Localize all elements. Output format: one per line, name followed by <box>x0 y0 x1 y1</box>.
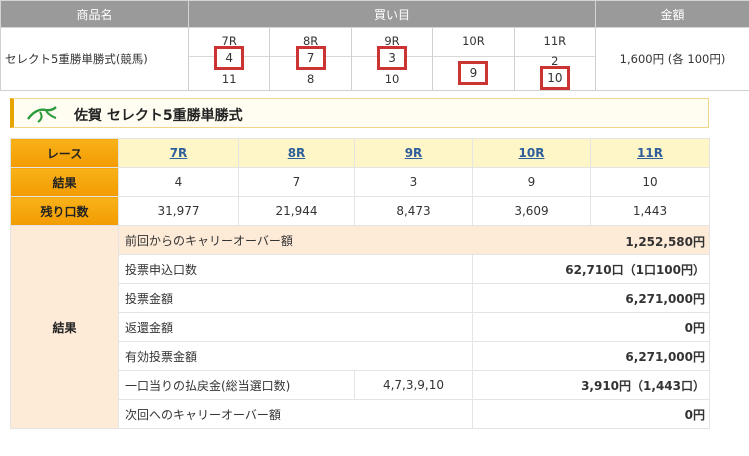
bet-selection-bottom-highlighted: 9 <box>458 61 489 85</box>
result-value: 3 <box>354 167 473 197</box>
bet-selections: 7R 4 11 8R 7 8 9R 3 10 10R 9 11R 2 10 <box>188 27 596 91</box>
bet-selection-top-highlighted: 3 <box>377 46 408 70</box>
amount-header: 金額 <box>595 0 749 28</box>
summary-row-label: 前回からのキャリーオーバー額 <box>125 233 293 248</box>
winning-combination: 4,7,3,9,10 <box>354 370 473 400</box>
bet-selection-top-highlighted: 7 <box>295 46 326 70</box>
summary-label: 結果 <box>10 225 119 429</box>
bet-selection-bottom: 10 <box>384 72 400 86</box>
summary-row-value: 1,252,580円 <box>625 235 705 249</box>
bet-column: 9R 3 10 <box>350 28 433 90</box>
bet-column: 7R 4 11 <box>189 28 270 90</box>
result-value: 4 <box>118 167 239 197</box>
summary-row-value: 0円 <box>472 399 710 429</box>
race-link[interactable]: 11R <box>637 146 663 160</box>
bet-selection-top-highlighted: 4 <box>214 46 245 70</box>
summary-row-value: 6,271,000円 <box>472 283 710 313</box>
section-heading: 佐賀 セレクト5重勝単勝式 <box>10 98 709 128</box>
bet-column: 8R 7 8 <box>269 28 351 90</box>
bet-selection-bottom: 11 <box>221 72 237 86</box>
race-link-cell: 8R <box>238 138 355 168</box>
bet-column: 10R 9 <box>432 28 514 90</box>
summary-row-value: 62,710口（1口100円） <box>472 254 710 284</box>
remaining-value: 31,977 <box>118 196 239 226</box>
race-link[interactable]: 7R <box>170 146 188 160</box>
bet-race-label: 10R <box>462 34 485 48</box>
summary-row-value: 6,271,000円 <box>472 341 710 371</box>
summary-row-label: 一口当りの払戻金(総当選口数) <box>118 370 355 400</box>
remaining-row-label: 残り口数 <box>10 196 119 226</box>
summary-row-label: 有効投票金額 <box>118 341 473 371</box>
remaining-value: 8,473 <box>354 196 473 226</box>
summary-row: 前回からのキャリーオーバー額 1,252,580円 <box>118 225 710 255</box>
race-link[interactable]: 8R <box>288 146 306 160</box>
race-link-cell: 11R <box>590 138 710 168</box>
result-value: 7 <box>238 167 355 197</box>
racehorse-logo-icon <box>27 106 57 123</box>
bet-summary: 商品名 買い目 金額 セレクト5重勝単勝式(競馬) 7R 4 11 8R 7 8 9R 3 10… <box>0 0 749 91</box>
summary-row-value: 0円 <box>472 312 710 342</box>
remaining-value: 21,944 <box>238 196 355 226</box>
remaining-value: 1,443 <box>590 196 710 226</box>
result-value: 9 <box>472 167 591 197</box>
result-row-label: 結果 <box>10 167 119 197</box>
race-link[interactable]: 10R <box>519 146 545 160</box>
race-row-label: レース <box>10 138 119 168</box>
product-name: セレクト5重勝単勝式(競馬) <box>0 27 189 91</box>
race-link-cell: 10R <box>472 138 591 168</box>
summary-row-label: 次回へのキャリーオーバー額 <box>118 399 473 429</box>
summary-row-label: 返還金額 <box>118 312 473 342</box>
summary-row-value: 3,910円（1,443口） <box>472 370 710 400</box>
results-table: レース 7R 8R 9R 10R 11R 結果 4 7 3 9 10 残り口数 … <box>10 138 710 429</box>
bet-selection-bottom: 8 <box>306 72 315 86</box>
summary-row-label: 投票金額 <box>118 283 473 313</box>
product-header: 商品名 <box>0 0 189 28</box>
bet-selection-bottom-highlighted: 10 <box>539 66 570 90</box>
race-link-cell: 9R <box>354 138 473 168</box>
bet-divider <box>433 56 514 57</box>
bet-amount: 1,600円 (各 100円) <box>595 27 749 91</box>
bet-column: 11R 2 10 <box>513 28 596 90</box>
race-link[interactable]: 9R <box>405 146 423 160</box>
summary-row-label: 投票申込口数 <box>118 254 473 284</box>
remaining-value: 3,609 <box>472 196 591 226</box>
section-title: 佐賀 セレクト5重勝単勝式 <box>74 108 243 124</box>
bets-header: 買い目 <box>188 0 596 28</box>
result-value: 10 <box>590 167 710 197</box>
race-link-cell: 7R <box>118 138 239 168</box>
bet-race-label: 11R <box>543 34 567 48</box>
